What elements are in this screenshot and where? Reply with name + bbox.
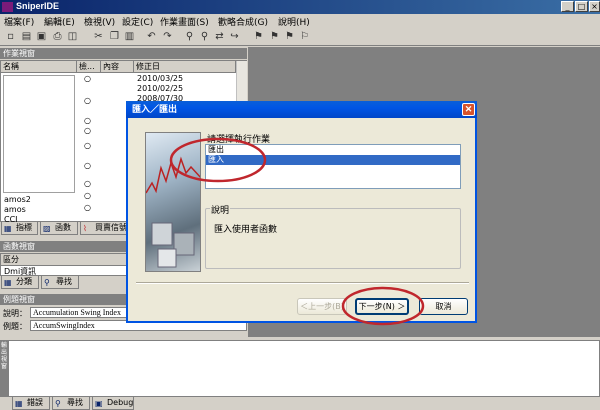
paste-icon[interactable]: ▥ (124, 31, 135, 42)
option-import[interactable]: 匯入 (206, 155, 460, 165)
indicator-icon: ▦ (4, 224, 12, 233)
list-item[interactable]: amos (4, 205, 26, 214)
example-label: 例題： (3, 322, 27, 331)
col-content[interactable]: 內容 (101, 61, 134, 73)
tab-category[interactable]: ▦ 分類 (1, 276, 39, 289)
tab-find[interactable]: ⚲ 尋找 (52, 397, 90, 410)
cancel-button[interactable]: 取消 (419, 298, 468, 315)
app-title-bar: SniperIDE _ □ × (0, 0, 600, 14)
description-group-label: 說明 (210, 203, 231, 216)
check-circle[interactable]: ○ (84, 161, 91, 170)
check-circle[interactable]: ○ (84, 74, 91, 83)
copy-icon[interactable]: ❐ (109, 31, 120, 42)
print-icon[interactable]: ⎙ (52, 31, 63, 42)
check-circle[interactable]: ○ (84, 96, 91, 105)
undo-icon[interactable]: ↶ (146, 31, 157, 42)
minimize-button[interactable]: _ (561, 1, 574, 12)
dialog-title: 匯入／匯出 ✕ (126, 101, 477, 118)
new-icon[interactable]: ▫ (5, 31, 16, 42)
operation-listbox[interactable]: 匯出 匯入 (205, 144, 461, 189)
tab-errors[interactable]: ▦ 錯誤 (12, 397, 50, 410)
find-icon[interactable]: ⚲ (184, 31, 195, 42)
app-icon (2, 2, 13, 12)
description-text: 匯入使用者函數 (214, 225, 278, 235)
bookmark-icon[interactable]: ⚑ (253, 31, 264, 42)
menu-view[interactable]: 檢視(V) (84, 15, 115, 28)
wizard-image (145, 132, 201, 272)
signal-icon: ⌇ (83, 224, 87, 233)
menu-edit[interactable]: 編輯(E) (44, 15, 75, 28)
tab-search[interactable]: ⚲ 尋找 (41, 276, 79, 289)
save-icon[interactable]: ▣ (36, 31, 47, 42)
import-export-dialog: 匯入／匯出 ✕ 請選擇執行作業 匯出 匯入 說明 匯入使用者函數 ＜上一步(B)… (126, 101, 477, 323)
check-circle[interactable]: ○ (84, 179, 91, 188)
back-button[interactable]: ＜上一步(B) (297, 298, 347, 315)
date-cell: 2010/02/25 (137, 84, 184, 93)
tab-indicators[interactable]: ▦ 指標 (1, 222, 38, 235)
tab-debug[interactable]: ▣ Debug (92, 397, 134, 410)
bookmark-next-icon[interactable]: ⚑ (284, 31, 295, 42)
work-pane-header: 作業視窗 (0, 48, 247, 59)
debug-icon: ▣ (95, 399, 103, 408)
search-icon: ⚲ (44, 278, 50, 287)
date-cell: 2010/03/25 (137, 74, 184, 83)
col-modified[interactable]: 修正日 (134, 61, 236, 73)
menu-strategy[interactable]: 歡略合成(G) (218, 15, 268, 28)
tab-signals[interactable]: ⌇ 買賣信號 (80, 222, 130, 235)
menu-file[interactable]: 檔案(F) (4, 15, 34, 28)
preview-icon[interactable]: ◫ (67, 31, 78, 42)
close-button[interactable]: × (589, 1, 600, 12)
find-results-icon: ⚲ (55, 399, 61, 408)
output-tabs: ▦ 錯誤 ⚲ 尋找 ▣ Debug (0, 397, 600, 410)
output-pane-sidebar: 輸出視窗 (0, 340, 8, 397)
description-group: 匯入使用者函數 (205, 208, 461, 269)
cut-icon[interactable]: ✂ (93, 31, 104, 42)
col-check[interactable]: 檢... (77, 61, 101, 73)
option-export[interactable]: 匯出 (206, 145, 460, 155)
output-pane-title: 輸出視窗 (0, 342, 7, 370)
category-icon: ▦ (4, 278, 12, 287)
check-circle[interactable]: ○ (84, 203, 91, 212)
error-icon: ▦ (15, 399, 23, 408)
menu-settings[interactable]: 設定(C) (122, 15, 153, 28)
maximize-button[interactable]: □ (575, 1, 588, 12)
replace-icon[interactable]: ⇄ (214, 31, 225, 42)
goto-icon[interactable]: ↪ (229, 31, 240, 42)
menu-workscreen[interactable]: 作業畫面(S) (160, 15, 209, 28)
check-circle[interactable]: ○ (84, 116, 91, 125)
col-name[interactable]: 名稱 (1, 61, 77, 73)
app-title: SniperIDE (16, 1, 60, 11)
check-circle[interactable]: ○ (84, 141, 91, 150)
check-circle[interactable]: ○ (84, 191, 91, 200)
dialog-divider (136, 282, 469, 284)
bookmark-clear-icon[interactable]: ⚐ (299, 31, 310, 42)
tab-functions[interactable]: ▨ 函數 (40, 222, 78, 235)
col-category[interactable]: 區分 (1, 254, 129, 266)
function-row[interactable]: Dmi資訊 (4, 266, 36, 275)
wizard-chart-graphic (146, 156, 200, 268)
bookmark-prev-icon[interactable]: ⚑ (269, 31, 280, 42)
redo-icon[interactable]: ↷ (162, 31, 173, 42)
description-label: 說明： (3, 309, 27, 318)
next-button[interactable]: 下一步(N) ＞ (355, 298, 409, 315)
output-pane[interactable] (8, 340, 600, 397)
menu-bar: 檔案(F) 編輯(E) 檢視(V) 設定(C) 作業畫面(S) 歡略合成(G) … (0, 14, 600, 28)
toolbar: ▫ ▤ ▣ ⎙ ◫ ✂ ❐ ▥ ↶ ↷ ⚲ ⚲ ⇄ ↪ ⚑ ⚑ ⚑ ⚐ (0, 28, 600, 46)
name-list-box (3, 75, 75, 193)
list-item[interactable]: amos2 (4, 195, 31, 204)
dialog-close-icon[interactable]: ✕ (462, 103, 475, 116)
list-item[interactable]: CCI (4, 215, 18, 222)
check-circle[interactable]: ○ (84, 126, 91, 135)
menu-help[interactable]: 說明(H) (278, 15, 310, 28)
function-icon: ▨ (43, 224, 51, 233)
open-icon[interactable]: ▤ (21, 31, 32, 42)
find-next-icon[interactable]: ⚲ (199, 31, 210, 42)
